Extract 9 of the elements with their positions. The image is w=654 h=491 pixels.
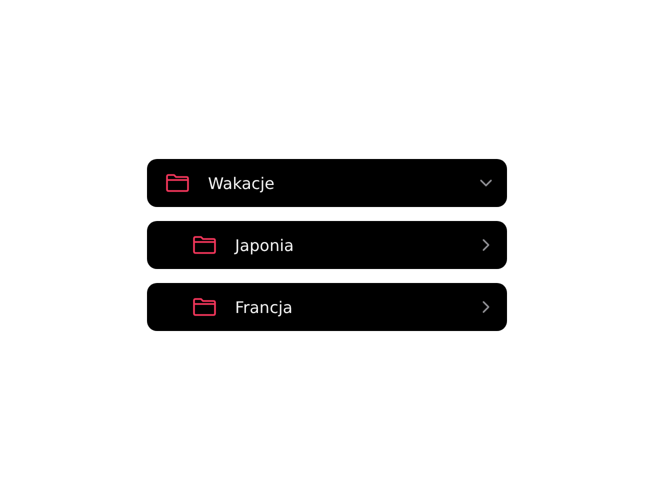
folder-name: Francja: [235, 298, 294, 316]
folder-icon: [192, 235, 217, 255]
folder-name: Wakacje: [208, 174, 276, 192]
folder-row[interactable]: Francja: [147, 283, 507, 331]
folder-icon: [165, 173, 190, 193]
folder-name: Japonia: [235, 236, 295, 254]
folder-icon: [192, 297, 217, 317]
folder-row[interactable]: Japonia: [147, 221, 507, 269]
folder-row[interactable]: Wakacje: [147, 159, 507, 207]
